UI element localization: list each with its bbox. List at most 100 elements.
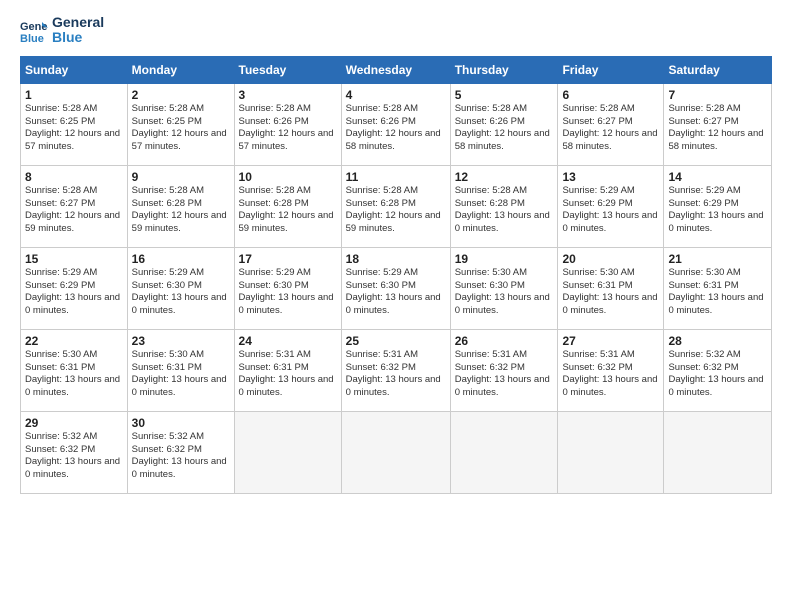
table-row: 29Sunrise: 5:32 AMSunset: 6:32 PMDayligh… (21, 411, 128, 493)
calendar-week-1: 1Sunrise: 5:28 AMSunset: 6:25 PMDaylight… (21, 83, 772, 165)
col-saturday: Saturday (664, 56, 772, 83)
table-row: 7Sunrise: 5:28 AMSunset: 6:27 PMDaylight… (664, 83, 772, 165)
day-number: 15 (25, 252, 123, 266)
day-number: 29 (25, 416, 123, 430)
cell-content: Sunrise: 5:31 AMSunset: 6:31 PMDaylight:… (239, 349, 337, 400)
cell-content: Sunrise: 5:28 AMSunset: 6:27 PMDaylight:… (25, 185, 123, 236)
table-row: 2Sunrise: 5:28 AMSunset: 6:25 PMDaylight… (127, 83, 234, 165)
table-row (234, 411, 341, 493)
table-row (341, 411, 450, 493)
cell-content: Sunrise: 5:32 AMSunset: 6:32 PMDaylight:… (132, 431, 230, 482)
table-row: 5Sunrise: 5:28 AMSunset: 6:26 PMDaylight… (450, 83, 558, 165)
day-number: 26 (455, 334, 554, 348)
table-row: 25Sunrise: 5:31 AMSunset: 6:32 PMDayligh… (341, 329, 450, 411)
cell-content: Sunrise: 5:28 AMSunset: 6:26 PMDaylight:… (239, 103, 337, 154)
cell-content: Sunrise: 5:30 AMSunset: 6:31 PMDaylight:… (562, 267, 659, 318)
table-row: 22Sunrise: 5:30 AMSunset: 6:31 PMDayligh… (21, 329, 128, 411)
table-row: 15Sunrise: 5:29 AMSunset: 6:29 PMDayligh… (21, 247, 128, 329)
calendar-week-5: 29Sunrise: 5:32 AMSunset: 6:32 PMDayligh… (21, 411, 772, 493)
cell-content: Sunrise: 5:31 AMSunset: 6:32 PMDaylight:… (562, 349, 659, 400)
day-number: 13 (562, 170, 659, 184)
day-number: 8 (25, 170, 123, 184)
table-row: 6Sunrise: 5:28 AMSunset: 6:27 PMDaylight… (558, 83, 664, 165)
table-row: 19Sunrise: 5:30 AMSunset: 6:30 PMDayligh… (450, 247, 558, 329)
day-number: 27 (562, 334, 659, 348)
calendar-week-3: 15Sunrise: 5:29 AMSunset: 6:29 PMDayligh… (21, 247, 772, 329)
cell-content: Sunrise: 5:31 AMSunset: 6:32 PMDaylight:… (455, 349, 554, 400)
logo-icon: General Blue (20, 16, 48, 44)
table-row: 17Sunrise: 5:29 AMSunset: 6:30 PMDayligh… (234, 247, 341, 329)
cell-content: Sunrise: 5:28 AMSunset: 6:26 PMDaylight:… (455, 103, 554, 154)
table-row: 24Sunrise: 5:31 AMSunset: 6:31 PMDayligh… (234, 329, 341, 411)
day-number: 30 (132, 416, 230, 430)
cell-content: Sunrise: 5:30 AMSunset: 6:31 PMDaylight:… (25, 349, 123, 400)
day-number: 5 (455, 88, 554, 102)
table-row: 27Sunrise: 5:31 AMSunset: 6:32 PMDayligh… (558, 329, 664, 411)
cell-content: Sunrise: 5:28 AMSunset: 6:28 PMDaylight:… (239, 185, 337, 236)
col-wednesday: Wednesday (341, 56, 450, 83)
cell-content: Sunrise: 5:32 AMSunset: 6:32 PMDaylight:… (668, 349, 767, 400)
day-number: 18 (346, 252, 446, 266)
table-row: 12Sunrise: 5:28 AMSunset: 6:28 PMDayligh… (450, 165, 558, 247)
logo-line1: General (52, 15, 104, 30)
table-row: 23Sunrise: 5:30 AMSunset: 6:31 PMDayligh… (127, 329, 234, 411)
day-number: 4 (346, 88, 446, 102)
table-row: 14Sunrise: 5:29 AMSunset: 6:29 PMDayligh… (664, 165, 772, 247)
day-number: 24 (239, 334, 337, 348)
table-row (664, 411, 772, 493)
svg-text:General: General (20, 21, 48, 33)
table-row: 16Sunrise: 5:29 AMSunset: 6:30 PMDayligh… (127, 247, 234, 329)
table-row: 13Sunrise: 5:29 AMSunset: 6:29 PMDayligh… (558, 165, 664, 247)
logo: General Blue General Blue (20, 15, 104, 46)
day-number: 20 (562, 252, 659, 266)
table-row: 3Sunrise: 5:28 AMSunset: 6:26 PMDaylight… (234, 83, 341, 165)
cell-content: Sunrise: 5:28 AMSunset: 6:27 PMDaylight:… (668, 103, 767, 154)
header-row: Sunday Monday Tuesday Wednesday Thursday… (21, 56, 772, 83)
cell-content: Sunrise: 5:29 AMSunset: 6:30 PMDaylight:… (346, 267, 446, 318)
day-number: 22 (25, 334, 123, 348)
table-row: 1Sunrise: 5:28 AMSunset: 6:25 PMDaylight… (21, 83, 128, 165)
cell-content: Sunrise: 5:28 AMSunset: 6:25 PMDaylight:… (132, 103, 230, 154)
cell-content: Sunrise: 5:32 AMSunset: 6:32 PMDaylight:… (25, 431, 123, 482)
table-row: 4Sunrise: 5:28 AMSunset: 6:26 PMDaylight… (341, 83, 450, 165)
cell-content: Sunrise: 5:30 AMSunset: 6:31 PMDaylight:… (668, 267, 767, 318)
cell-content: Sunrise: 5:29 AMSunset: 6:29 PMDaylight:… (562, 185, 659, 236)
calendar-week-4: 22Sunrise: 5:30 AMSunset: 6:31 PMDayligh… (21, 329, 772, 411)
table-row: 10Sunrise: 5:28 AMSunset: 6:28 PMDayligh… (234, 165, 341, 247)
table-row: 26Sunrise: 5:31 AMSunset: 6:32 PMDayligh… (450, 329, 558, 411)
day-number: 28 (668, 334, 767, 348)
day-number: 16 (132, 252, 230, 266)
cell-content: Sunrise: 5:28 AMSunset: 6:26 PMDaylight:… (346, 103, 446, 154)
col-tuesday: Tuesday (234, 56, 341, 83)
day-number: 25 (346, 334, 446, 348)
cell-content: Sunrise: 5:28 AMSunset: 6:25 PMDaylight:… (25, 103, 123, 154)
day-number: 21 (668, 252, 767, 266)
calendar-header: Sunday Monday Tuesday Wednesday Thursday… (21, 56, 772, 83)
cell-content: Sunrise: 5:29 AMSunset: 6:30 PMDaylight:… (239, 267, 337, 318)
table-row: 18Sunrise: 5:29 AMSunset: 6:30 PMDayligh… (341, 247, 450, 329)
table-row: 8Sunrise: 5:28 AMSunset: 6:27 PMDaylight… (21, 165, 128, 247)
svg-text:Blue: Blue (20, 33, 44, 44)
day-number: 9 (132, 170, 230, 184)
cell-content: Sunrise: 5:28 AMSunset: 6:28 PMDaylight:… (455, 185, 554, 236)
cell-content: Sunrise: 5:30 AMSunset: 6:30 PMDaylight:… (455, 267, 554, 318)
day-number: 2 (132, 88, 230, 102)
table-row: 20Sunrise: 5:30 AMSunset: 6:31 PMDayligh… (558, 247, 664, 329)
col-friday: Friday (558, 56, 664, 83)
day-number: 11 (346, 170, 446, 184)
calendar-week-2: 8Sunrise: 5:28 AMSunset: 6:27 PMDaylight… (21, 165, 772, 247)
day-number: 17 (239, 252, 337, 266)
col-thursday: Thursday (450, 56, 558, 83)
cell-content: Sunrise: 5:31 AMSunset: 6:32 PMDaylight:… (346, 349, 446, 400)
table-row: 9Sunrise: 5:28 AMSunset: 6:28 PMDaylight… (127, 165, 234, 247)
page: General Blue General Blue Sunday Monday … (0, 0, 792, 612)
cell-content: Sunrise: 5:28 AMSunset: 6:27 PMDaylight:… (562, 103, 659, 154)
day-number: 6 (562, 88, 659, 102)
table-row (450, 411, 558, 493)
cell-content: Sunrise: 5:28 AMSunset: 6:28 PMDaylight:… (346, 185, 446, 236)
cell-content: Sunrise: 5:29 AMSunset: 6:30 PMDaylight:… (132, 267, 230, 318)
logo-line2: Blue (52, 30, 104, 45)
table-row: 11Sunrise: 5:28 AMSunset: 6:28 PMDayligh… (341, 165, 450, 247)
col-sunday: Sunday (21, 56, 128, 83)
table-row (558, 411, 664, 493)
